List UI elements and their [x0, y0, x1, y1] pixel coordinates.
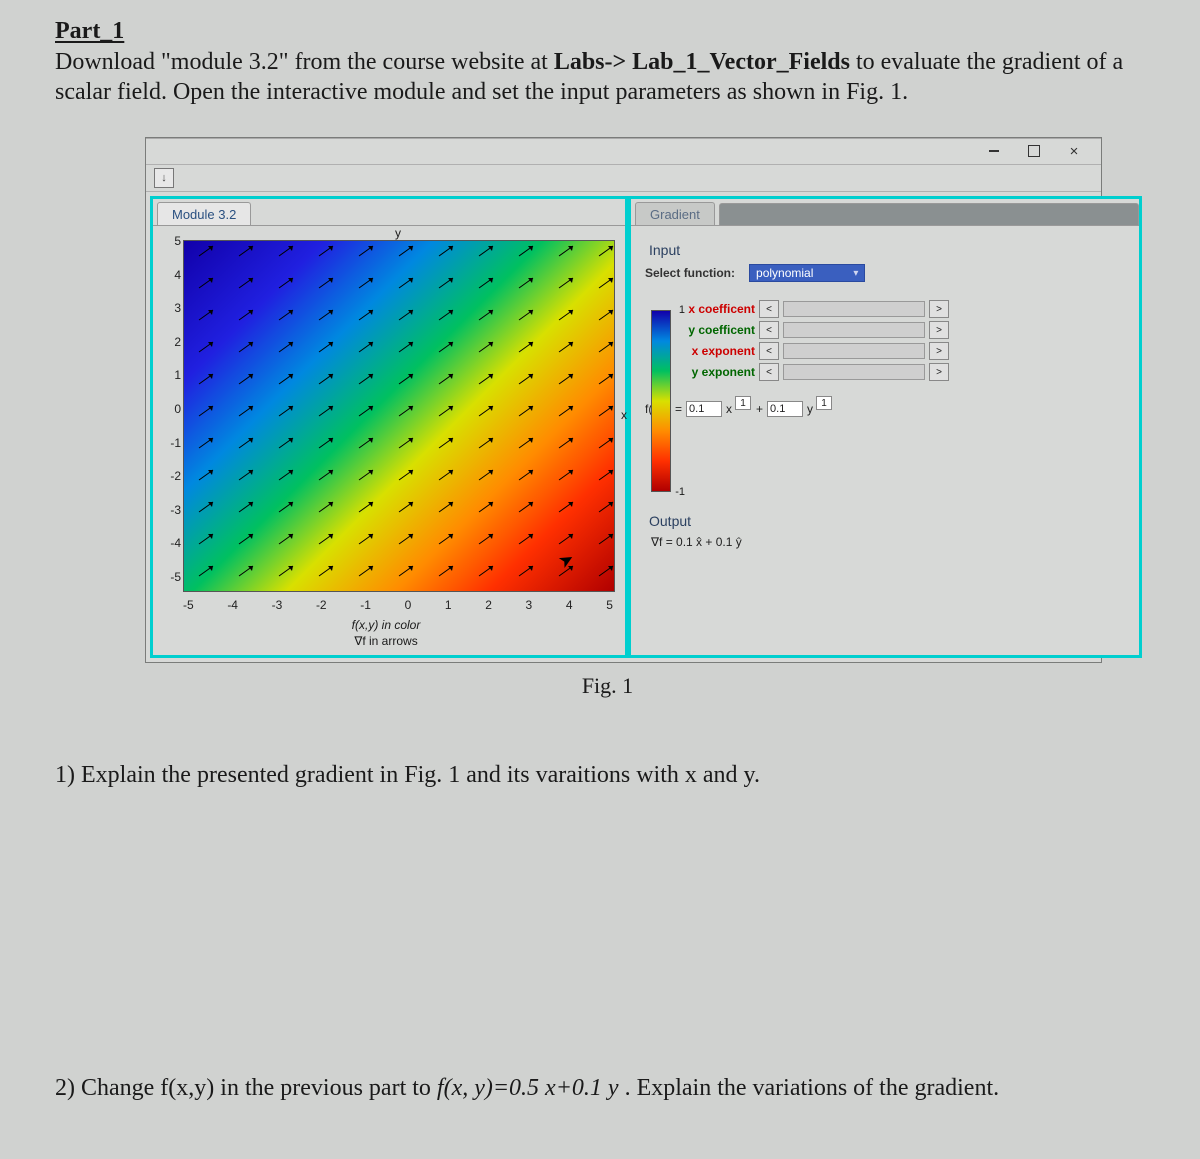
yexp-label: y exponent [665, 365, 755, 379]
y-ticks: 5 4 3 2 1 0 -1 -2 -3 -4 -5 [157, 234, 181, 584]
part-heading: Part_1 [55, 18, 1160, 45]
ytick: 5 [157, 234, 181, 248]
x-ticks: -5 -4 -3 -2 -1 0 1 2 3 4 5 [183, 598, 613, 612]
ytick: 1 [157, 368, 181, 382]
ytick: -2 [157, 469, 181, 483]
left-tabrow: Module 3.2 [153, 199, 625, 226]
xcoef-slider[interactable] [783, 301, 925, 317]
xtick: 2 [485, 598, 492, 612]
figure-caption: Fig. 1 [55, 673, 1160, 699]
output-gradient: ∇f = 0.1 x̂ + 0.1 ŷ [645, 535, 1125, 549]
right-tabrow: Gradient [631, 199, 1139, 226]
tab-module[interactable]: Module 3.2 [157, 202, 251, 225]
xtick: -5 [183, 598, 194, 612]
intro-seg1: Download "module 3.2" from the course we… [55, 49, 554, 75]
xexp-dec-button[interactable]: < [759, 342, 779, 360]
xexp-label: x exponent [665, 344, 755, 358]
coef-y-input[interactable]: 0.1 [767, 401, 803, 417]
var-y: y [807, 402, 813, 416]
q2-formula: f(x, y)=0.5 x+0.1 y [437, 1075, 619, 1101]
question-1: 1) Explain the presented gradient in Fig… [55, 759, 1160, 791]
minimize-icon [989, 150, 999, 152]
maximize-button[interactable] [1021, 142, 1047, 160]
ycoef-slider[interactable] [783, 322, 925, 338]
colorbar-max: 1 [679, 304, 685, 316]
x-axis-label: x [621, 408, 627, 422]
eq-plus: + [756, 402, 763, 416]
xtick: -4 [227, 598, 238, 612]
xtick: -1 [360, 598, 371, 612]
xtick: 4 [566, 598, 573, 612]
xcoef-inc-button[interactable]: > [929, 300, 949, 318]
select-function-label: Select function: [645, 266, 735, 280]
yexp-slider[interactable] [783, 364, 925, 380]
output-title: Output [645, 507, 1125, 535]
row-yexp: y exponent < > [665, 363, 1125, 381]
heatmap-plot: ➤ [183, 240, 615, 592]
xtick: 1 [445, 598, 452, 612]
ytick: 2 [157, 335, 181, 349]
ytick: 4 [157, 268, 181, 282]
minimize-button[interactable] [981, 142, 1007, 160]
exp-y-input[interactable]: 1 [816, 396, 832, 410]
equation-row: f(x,y) = 0.1 x 1 + 0.1 y 1 [645, 401, 1125, 417]
titlebar: × [146, 138, 1101, 165]
ytick: -3 [157, 503, 181, 517]
coef-rows: x coefficent < > y coefficent < > [665, 300, 1125, 381]
right-panel: Gradient Input Select function: polynomi… [628, 196, 1142, 658]
ytick: -5 [157, 570, 181, 584]
ytick: 0 [157, 402, 181, 416]
vector-arrows [184, 241, 614, 591]
exp-x-input[interactable]: 1 [735, 396, 751, 410]
question-2: 2) Change f(x,y) in the previous part to… [55, 1072, 1160, 1104]
xcoef-dec-button[interactable]: < [759, 300, 779, 318]
plot-caption: f(x,y) in color ∇f in arrows [159, 618, 613, 649]
colorbar [651, 310, 671, 492]
plot-area: y x 5 4 3 2 1 0 -1 -2 -3 -4 [183, 240, 613, 590]
row-xcoef: x coefficent < > [665, 300, 1125, 318]
row-xexp: x exponent < > [665, 342, 1125, 360]
q2-seg3: . Explain the variations of the gradient… [625, 1075, 1000, 1101]
var-x: x [726, 402, 732, 416]
row-ycoef: y coefficent < > [665, 321, 1125, 339]
tab-gradient[interactable]: Gradient [635, 202, 715, 225]
colorbar-min: -1 [675, 486, 685, 498]
xexp-slider[interactable] [783, 343, 925, 359]
xtick: 3 [526, 598, 533, 612]
ycoef-dec-button[interactable]: < [759, 321, 779, 339]
ycoef-inc-button[interactable]: > [929, 321, 949, 339]
yexp-inc-button[interactable]: > [929, 363, 949, 381]
output-section: Output ∇f = 0.1 x̂ + 0.1 ŷ [645, 507, 1125, 549]
coef-x-input[interactable]: 0.1 [686, 401, 722, 417]
intro-text: Download "module 3.2" from the course we… [55, 47, 1160, 107]
intro-bold-path: Labs-> Lab_1_Vector_Fields [554, 49, 850, 75]
left-panel: Module 3.2 y x 5 4 3 2 1 0 -1 [150, 196, 628, 658]
yexp-dec-button[interactable]: < [759, 363, 779, 381]
function-dropdown[interactable]: polynomial ▾ [749, 264, 865, 282]
download-icon[interactable]: ↓ [154, 168, 174, 188]
chevron-down-icon: ▾ [853, 268, 858, 279]
xtick: -2 [316, 598, 327, 612]
tab-blank [719, 203, 1139, 225]
caption-line1: f(x,y) in color [352, 618, 421, 632]
xtick: 5 [606, 598, 613, 612]
input-title: Input [645, 236, 1125, 264]
ytick: -4 [157, 536, 181, 550]
ycoef-label: y coefficent [665, 323, 755, 337]
caption-line2: ∇f in arrows [354, 634, 417, 648]
xtick: 0 [405, 598, 412, 612]
toolstrip: ↓ [146, 165, 1101, 192]
maximize-icon [1028, 145, 1040, 157]
y-axis-label: y [395, 226, 401, 240]
close-button[interactable]: × [1061, 142, 1087, 160]
dropdown-value: polynomial [756, 266, 813, 280]
xtick: -3 [272, 598, 283, 612]
module-window: × ↓ Module 3.2 y x 5 4 3 [145, 137, 1102, 663]
xexp-inc-button[interactable]: > [929, 342, 949, 360]
q2-seg1: 2) Change f(x,y) in the previous part to [55, 1075, 437, 1101]
ytick: 3 [157, 301, 181, 315]
ytick: -1 [157, 436, 181, 450]
